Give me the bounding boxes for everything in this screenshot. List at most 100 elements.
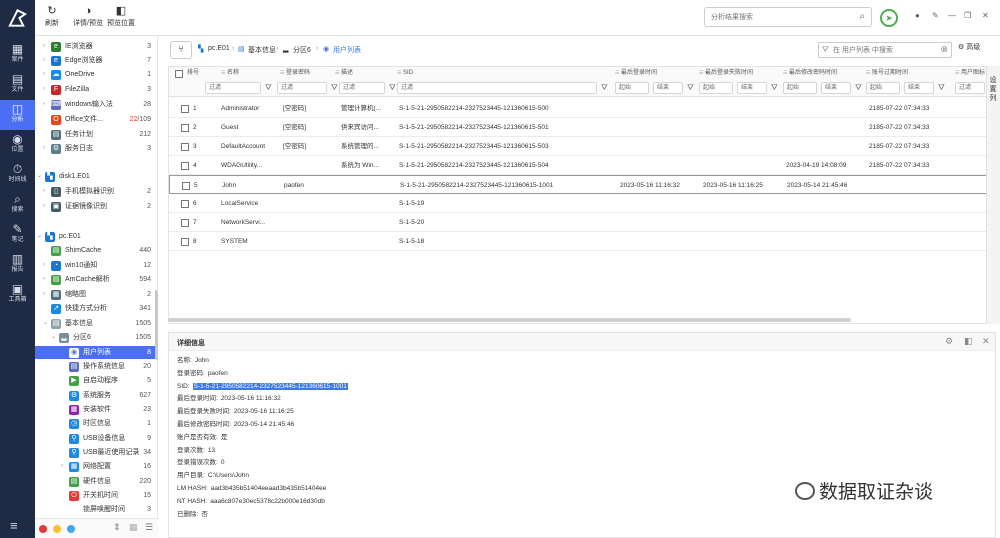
column-filter-input[interactable]: 过滤 (277, 82, 327, 94)
tree-item[interactable]: › ▯ 手机模拟器识别 2 (35, 185, 157, 198)
detail-preview-button[interactable]: ◑ 详情/预览 (73, 3, 103, 29)
table-row[interactable]: 3 DefaultAccount [空密码] 系统管理的... S-1-5-21-295… (169, 137, 987, 156)
list-view-icon[interactable]: ☰ (145, 522, 153, 533)
column-filter-input[interactable]: 过滤 (339, 82, 385, 94)
table-row[interactable]: 6 LocalService S-1-5-19 (169, 194, 987, 213)
row-checkbox[interactable] (181, 124, 189, 132)
tree-item[interactable]: › e IE浏览器 3 (35, 40, 157, 53)
tree-item[interactable]: ⌄ ▚ disk1.E01 (35, 170, 157, 183)
column-header[interactable]: 最后修改密码时间 (789, 67, 837, 80)
table-row[interactable]: 1 Administrator [空密码] 管理计算机(... S-1-5-21-295… (169, 99, 987, 118)
tree-item[interactable]: ⚙ 系统服务 627 (35, 389, 157, 402)
icon-filter-input[interactable]: 过滤 (955, 82, 985, 94)
list-filter-input[interactable] (833, 43, 943, 57)
row-checkbox[interactable] (181, 219, 189, 227)
column-header[interactable]: 名称 (227, 67, 239, 80)
tree-item[interactable]: › ⚙ 服务日志 3 (35, 142, 157, 155)
breadcrumb-partition[interactable]: 分区6 (293, 45, 311, 55)
detail-field-value[interactable]: John (195, 357, 209, 364)
column-menu-icon[interactable]: ☰ (783, 70, 787, 76)
tree-toggle-button[interactable]: ⑂ (170, 41, 192, 59)
tree-caret-icon[interactable]: › (43, 54, 45, 67)
filter-funnel-icon[interactable]: ⛛ (265, 83, 272, 93)
expand-collapse-icon[interactable]: ⇕ (113, 522, 121, 533)
select-all-checkbox[interactable] (175, 70, 183, 78)
hamburger-menu-icon[interactable]: ≡ (10, 518, 18, 533)
detail-field-value[interactable]: paofen (208, 370, 228, 377)
search-icon[interactable]: ⌕ (859, 11, 865, 22)
tree-scrollbar[interactable] (155, 290, 158, 360)
list-filter-box[interactable]: ⛛ ⊗ (818, 42, 952, 58)
detail-field-value[interactable]: 2023-05-14 21:45:46 (234, 421, 294, 428)
column-menu-icon[interactable]: ☰ (221, 70, 225, 76)
tree-item[interactable]: › ◔ win10通知 12 (35, 259, 157, 272)
filter-funnel-icon[interactable]: ⛛ (938, 83, 945, 93)
detail-field-value[interactable]: aad3b435b51404eeaad3b435b51404ee (211, 485, 327, 492)
column-header[interactable]: 最后登录时间 (621, 67, 657, 80)
date-end-filter[interactable]: 结束 (653, 82, 683, 94)
tree-item[interactable]: ⚲ USB最近使用记录 34 (35, 446, 157, 459)
tree-item[interactable]: › ▣ 证据镜像识别 2 (35, 200, 157, 213)
tree-item[interactable]: ↗ 快捷方式分析 341 (35, 302, 157, 315)
nav-case[interactable]: ▦ 案件 (0, 40, 35, 70)
advanced-search-button[interactable]: ⚙ 高级 (958, 42, 980, 52)
column-header[interactable]: 排号 (187, 67, 199, 80)
date-start-filter[interactable]: 起始 (615, 82, 649, 94)
tree-item[interactable]: › ▤ AmCache解析 594 (35, 273, 157, 286)
column-filter-input[interactable]: 过滤 (397, 82, 597, 94)
filter-funnel-icon[interactable]: ⛛ (855, 83, 862, 93)
tree-caret-icon[interactable]: ⌄ (37, 230, 42, 243)
tree-caret-icon[interactable]: › (43, 83, 45, 96)
tree-item[interactable]: ▦ 安装软件 23 (35, 403, 157, 416)
column-menu-icon[interactable]: ☰ (615, 70, 619, 76)
tree-item[interactable]: › ☁ OneDrive 1 (35, 68, 157, 81)
red-dot-icon[interactable] (39, 525, 47, 533)
tree-item[interactable]: › e Edge浏览器 7 (35, 54, 157, 67)
tree-item[interactable]: ▤ 任务计划 212 (35, 128, 157, 141)
column-header[interactable]: 描述 (341, 67, 353, 80)
clear-icon[interactable]: ⊗ (940, 44, 948, 55)
column-menu-icon[interactable]: ☰ (397, 70, 401, 76)
tree-item[interactable]: ▤ 硬件信息 220 (35, 475, 157, 488)
date-start-filter[interactable]: 起始 (866, 82, 900, 94)
settings-icon[interactable]: ⚙ (945, 336, 953, 347)
column-filter-input[interactable]: 过滤 (205, 82, 261, 94)
table-row[interactable]: 2 Guest [空密码] 供来宾访问... S-1-5-21-2950582214-2… (169, 118, 987, 137)
table-horizontal-scrollbar[interactable] (168, 318, 851, 322)
pin-icon[interactable]: ✎ (932, 11, 939, 20)
locate-button[interactable]: ➤ (880, 9, 898, 27)
column-header[interactable]: 用户图标 (961, 67, 985, 80)
tree-caret-icon[interactable]: ⌄ (51, 331, 56, 344)
row-checkbox[interactable] (181, 238, 189, 246)
tree-item[interactable]: O Office文件... 22/109 (35, 113, 157, 126)
panel-toggle-icon[interactable]: ◧ (964, 336, 973, 347)
column-header[interactable]: SID (403, 67, 413, 80)
preview-position-button[interactable]: ◧ 预览位置 (107, 3, 135, 29)
table-row[interactable]: 5 John paofen S-1-5-21-2950582214-232752344… (169, 175, 987, 194)
tree-item[interactable]: ⌄ ▤ 基本信息 1505 (35, 317, 157, 330)
yellow-dot-icon[interactable] (53, 525, 61, 533)
date-start-filter[interactable]: 起始 (783, 82, 817, 94)
detail-field-value[interactable]: aaa6c807e30ec5378c22b000e16d30db (210, 498, 325, 505)
tree-caret-icon[interactable]: › (43, 98, 45, 111)
filter-funnel-icon[interactable]: ⛛ (331, 83, 338, 93)
refresh-button[interactable]: ↻ 刷新 (45, 3, 59, 29)
filter-funnel-icon[interactable]: ⛛ (389, 83, 396, 93)
tree-item[interactable]: ⏻ 开关机时间 15 (35, 489, 157, 502)
tree-caret-icon[interactable]: › (43, 185, 45, 198)
column-menu-icon[interactable]: ☰ (280, 70, 284, 76)
row-checkbox[interactable] (181, 200, 189, 208)
date-end-filter[interactable]: 结束 (737, 82, 767, 94)
detail-field-value[interactable]: C:\Users\John (208, 472, 249, 479)
breadcrumb-basic-info[interactable]: 基本信息 (248, 45, 276, 55)
breadcrumb-user-list[interactable]: 用户列表 (333, 45, 361, 55)
tree-caret-icon[interactable]: ⌄ (43, 317, 48, 330)
tree-item[interactable]: › ▦ 网络配置 16 (35, 460, 157, 473)
date-end-filter[interactable]: 结束 (904, 82, 934, 94)
analysis-search-input[interactable] (711, 8, 851, 26)
detail-field-value[interactable]: 0 (221, 459, 225, 466)
tree-item[interactable]: › ⌨ windows输入法 28 (35, 98, 157, 111)
tree-caret-icon[interactable]: › (43, 259, 45, 272)
table-row[interactable]: 7 NetworkServi... S-1-5-20 (169, 213, 987, 232)
row-checkbox[interactable] (181, 105, 189, 113)
